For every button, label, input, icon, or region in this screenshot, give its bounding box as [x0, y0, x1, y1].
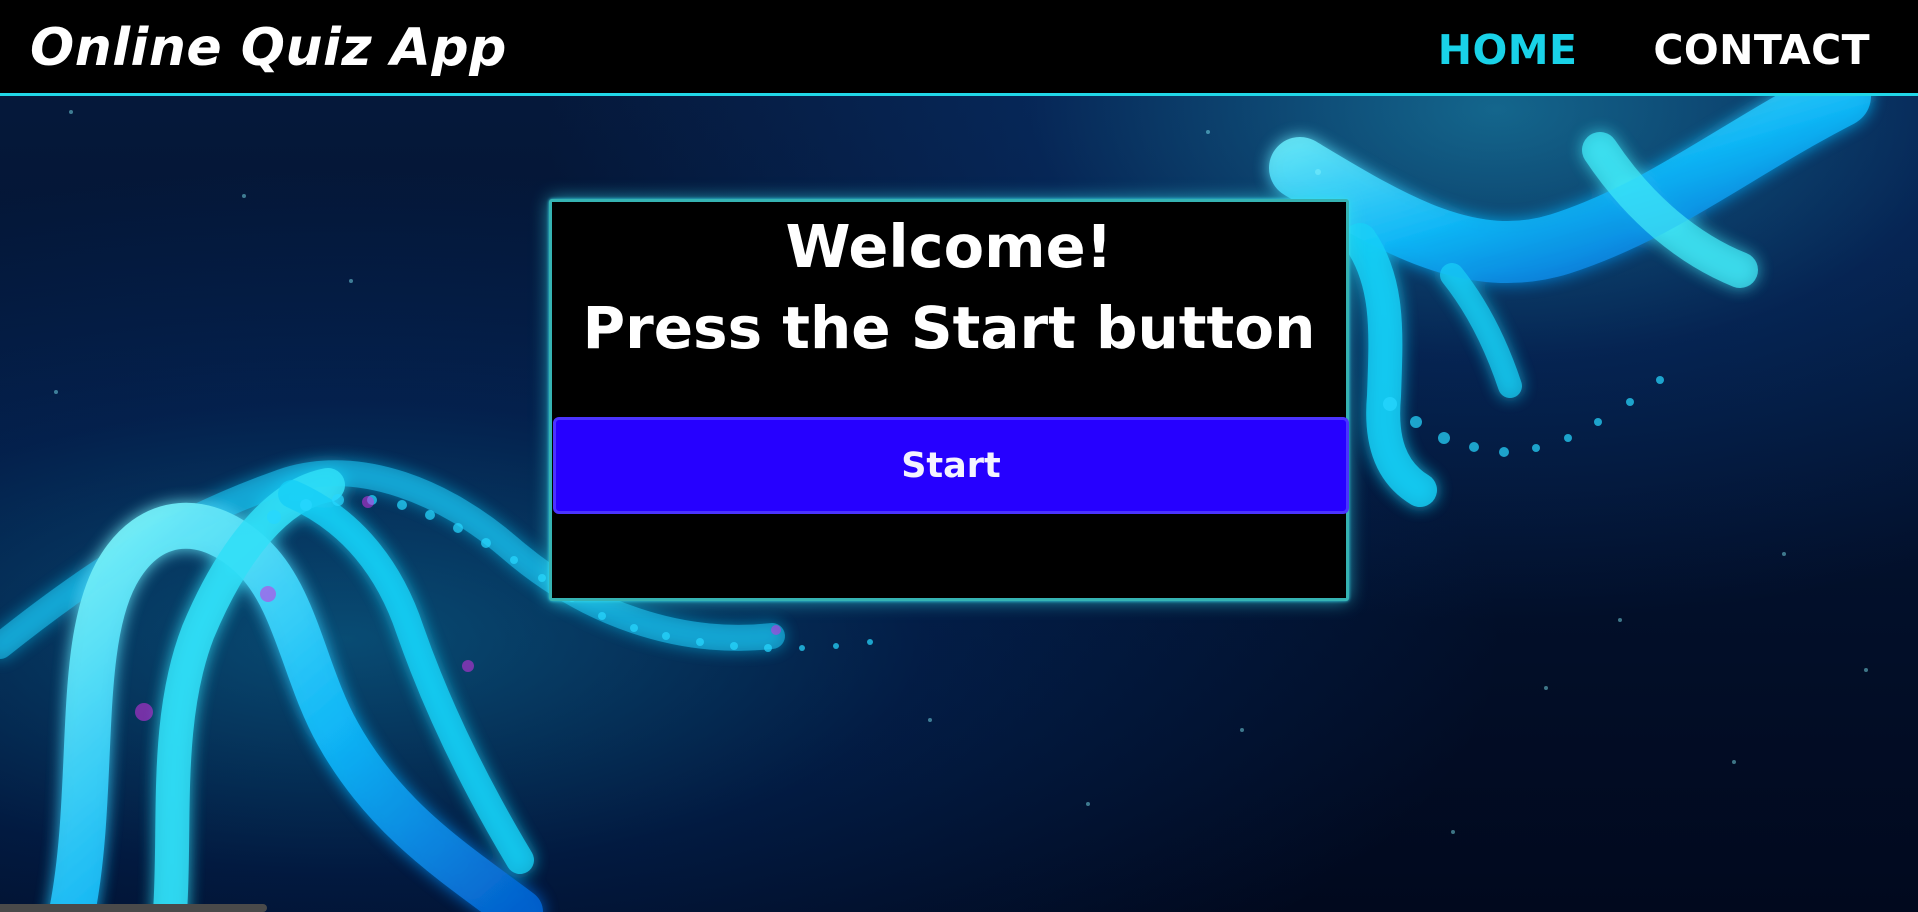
quiz-app-page: Online Quiz App HOME CONTACT Welcome! Pr…	[0, 0, 1918, 912]
start-instruction-text: Press the Start button	[582, 294, 1316, 362]
horizontal-scrollbar[interactable]	[0, 904, 267, 912]
nav-home-link[interactable]: HOME	[1438, 24, 1578, 76]
nav-contact-link[interactable]: CONTACT	[1653, 24, 1870, 76]
app-title: Online Quiz App	[30, 18, 507, 78]
top-navigation-bar: Online Quiz App HOME CONTACT	[0, 0, 1918, 96]
main-navigation: HOME CONTACT	[1438, 24, 1870, 76]
welcome-heading: Welcome!	[785, 212, 1113, 281]
quiz-start-card: Welcome! Press the Start button Start	[549, 199, 1349, 601]
start-button[interactable]: Start	[553, 417, 1349, 514]
